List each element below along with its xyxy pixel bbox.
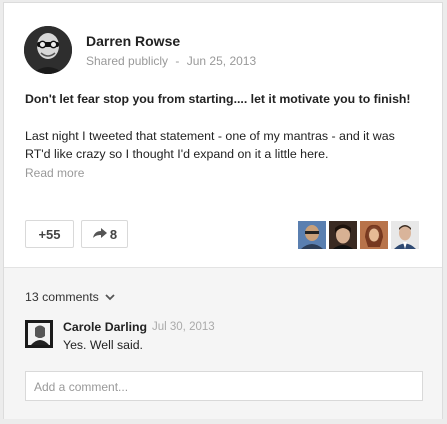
add-comment-input[interactable]: Add a comment...: [25, 371, 423, 401]
read-more-link[interactable]: Read more: [25, 166, 84, 180]
post-body-line: Last night I tweeted that statement - on…: [25, 129, 395, 143]
post-date[interactable]: Jun 25, 2013: [187, 54, 256, 68]
author-name[interactable]: Darren Rowse: [86, 33, 180, 49]
sharers-list: [298, 221, 419, 249]
comment-date[interactable]: Jul 30, 2013: [152, 321, 215, 333]
comment-text: Yes. Well said.: [63, 338, 143, 352]
post-body-line: RT'd like crazy so I thought I'd expand …: [25, 147, 329, 161]
plus-one-count: +55: [38, 226, 61, 242]
meta-separator: -: [175, 54, 180, 68]
post-card: Darren Rowse Shared publicly - Jun 25, 2…: [3, 2, 443, 419]
sharer-avatar[interactable]: [360, 221, 388, 249]
sharer-avatar[interactable]: [391, 221, 419, 249]
visibility-label[interactable]: Shared publicly: [86, 54, 168, 68]
author-avatar[interactable]: [24, 26, 72, 74]
share-button[interactable]: 8: [81, 220, 128, 248]
sharer-avatar[interactable]: [298, 221, 326, 249]
post-meta: Shared publicly - Jun 25, 2013: [86, 54, 256, 68]
plus-one-button[interactable]: +55: [25, 220, 74, 248]
comments-toggle[interactable]: 13 comments: [25, 290, 115, 304]
comment-author[interactable]: Carole Darling: [63, 320, 147, 334]
commenter-avatar[interactable]: [25, 320, 53, 348]
post-headline: Don't let fear stop you from starting...…: [25, 92, 411, 106]
share-count: 8: [109, 226, 118, 242]
share-arrow-icon: [92, 227, 108, 242]
sharer-avatar[interactable]: [329, 221, 357, 249]
chevron-down-icon: [105, 290, 115, 304]
post-content: Darren Rowse Shared publicly - Jun 25, 2…: [4, 3, 442, 267]
post-body: Last night I tweeted that statement - on…: [25, 127, 425, 163]
comments-count-label: 13 comments: [25, 290, 99, 304]
